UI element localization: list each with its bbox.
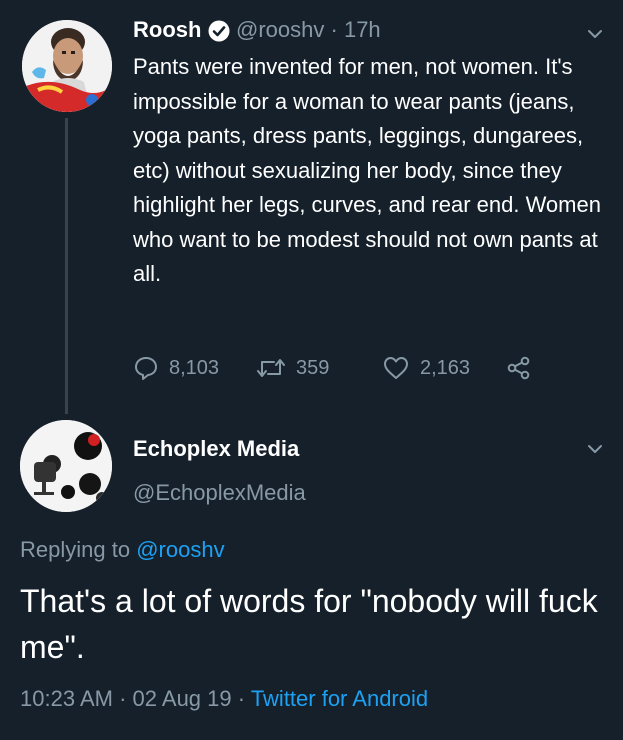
retweet-count: 359 xyxy=(296,356,330,379)
separator-dot: · xyxy=(330,17,338,42)
replying-to-line: Replying to @rooshv xyxy=(20,537,225,563)
reply-author-name[interactable]: Echoplex Media xyxy=(133,436,299,462)
retweet-button[interactable]: 359 xyxy=(256,352,329,384)
chevron-down-icon[interactable] xyxy=(584,23,606,45)
like-button[interactable]: 2,163 xyxy=(382,352,470,384)
replying-to-prefix: Replying to xyxy=(20,537,131,562)
reply-tweet-text: That's a lot of words for "nobody will f… xyxy=(20,583,598,665)
tweet-date[interactable]: 02 Aug 19 xyxy=(133,686,232,711)
reply-button[interactable]: 8,103 xyxy=(133,352,219,384)
tweet-source-link[interactable]: Twitter for Android xyxy=(251,686,428,711)
thread-connector-line xyxy=(65,118,68,414)
avatar-echoplex[interactable] xyxy=(20,420,112,512)
avatar-roosh-image xyxy=(22,20,112,112)
share-button[interactable] xyxy=(506,352,532,384)
avatar-roosh[interactable] xyxy=(22,20,112,112)
separator-dot: · xyxy=(119,686,127,711)
author-handle-line[interactable]: @rooshv · 17h xyxy=(236,17,381,43)
retweet-icon xyxy=(256,355,286,381)
like-count: 2,163 xyxy=(420,356,471,379)
tweet-time-ago[interactable]: 17h xyxy=(344,17,381,42)
heart-icon xyxy=(382,355,410,381)
author-handle[interactable]: @rooshv xyxy=(236,17,324,42)
tweet-meta-line: 10:23 AM · 02 Aug 19 · Twitter for Andro… xyxy=(20,686,428,712)
reply-bubble-icon xyxy=(133,355,159,381)
reply-author-handle[interactable]: @EchoplexMedia xyxy=(133,480,306,506)
tweet-text: Pants were invented for men, not women. … xyxy=(133,54,601,286)
separator-dot: · xyxy=(237,686,246,711)
tweet-timestamp[interactable]: 10:23 AM xyxy=(20,686,113,711)
avatar-echoplex-image xyxy=(20,420,112,512)
chevron-down-icon[interactable] xyxy=(584,438,606,460)
reply-count: 8,103 xyxy=(169,356,220,379)
author-name[interactable]: Roosh xyxy=(133,17,201,43)
share-icon xyxy=(506,355,532,381)
replying-to-mention[interactable]: @rooshv xyxy=(136,537,224,562)
verified-badge-icon xyxy=(208,20,230,42)
